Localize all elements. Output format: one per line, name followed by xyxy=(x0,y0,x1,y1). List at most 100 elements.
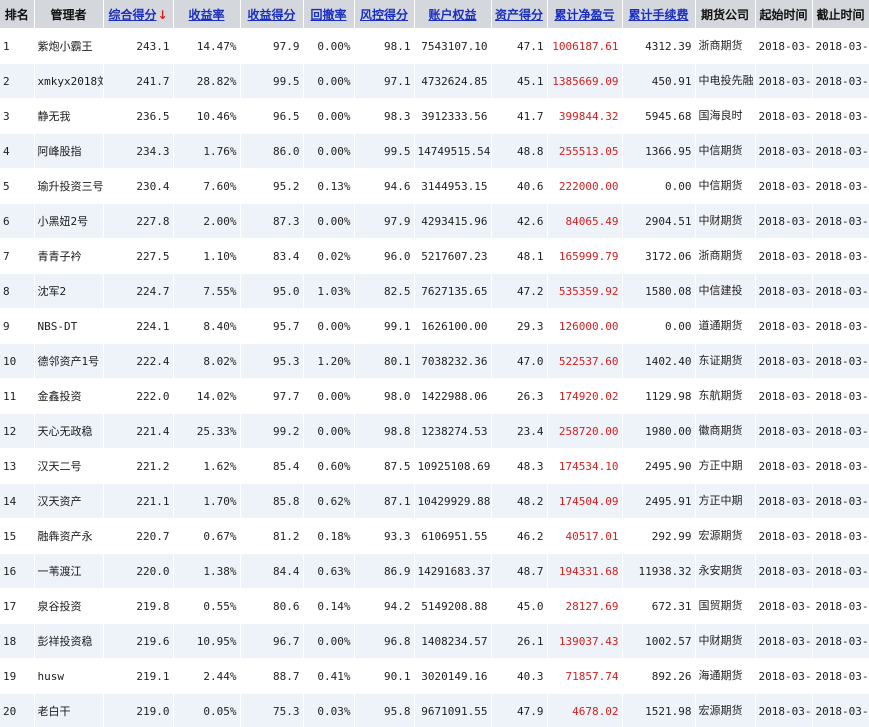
column-risk-score-label: 风控得分 xyxy=(359,7,408,22)
return-score-cell: 86.0 xyxy=(240,133,304,169)
column-equity[interactable]: 账户权益 xyxy=(414,0,492,29)
column-drawdown[interactable]: 回撤率 xyxy=(303,0,355,29)
rank-cell: 1 xyxy=(0,28,35,64)
total-score-cell: 224.1 xyxy=(103,308,174,344)
rank-cell: 19 xyxy=(0,658,35,694)
manager-name-cell: husw xyxy=(34,658,104,694)
equity-cell: 1626100.00 xyxy=(414,308,492,344)
drawdown-cell: 0.60% xyxy=(303,448,355,484)
manager-name-cell: 老白干 xyxy=(34,693,104,727)
column-fees[interactable]: 累计手续费 xyxy=(622,0,696,29)
total-score-cell: 230.4 xyxy=(103,168,174,204)
total-score-cell: 241.7 xyxy=(103,63,174,99)
risk-score-cell: 82.5 xyxy=(354,273,415,309)
equity-cell: 1408234.57 xyxy=(414,623,492,659)
column-return-score-label: 收益得分 xyxy=(247,7,296,22)
equity-cell: 10429929.88 xyxy=(414,483,492,519)
table-row: 2 xmkyx2018刘 241.7 28.82% 99.5 0.00% 97.1 47326… xyxy=(0,63,869,99)
rank-cell: 13 xyxy=(0,448,35,484)
drawdown-cell: 0.13% xyxy=(303,168,355,204)
rank-cell: 17 xyxy=(0,588,35,624)
asset-score-cell: 45.1 xyxy=(491,63,548,99)
net-pnl-cell: 535359.92 xyxy=(547,273,623,309)
risk-score-cell: 98.3 xyxy=(354,98,415,134)
rank-cell: 12 xyxy=(0,413,35,449)
column-risk-score[interactable]: 风控得分 xyxy=(354,0,415,29)
return-rate-cell: 1.76% xyxy=(173,133,241,169)
end-date-cell: 2018-03-07 xyxy=(812,273,869,309)
end-date-cell: 2018-03-07 xyxy=(812,623,869,659)
return-score-cell: 95.7 xyxy=(240,308,304,344)
total-score-cell: 221.4 xyxy=(103,413,174,449)
column-return-score[interactable]: 收益得分 xyxy=(240,0,304,29)
fees-cell: 3172.06 xyxy=(622,238,696,274)
column-manager-label: 管理者 xyxy=(50,7,87,22)
total-score-cell: 236.5 xyxy=(103,98,174,134)
column-start-label: 起始时间 xyxy=(759,7,808,22)
rank-cell: 9 xyxy=(0,308,35,344)
equity-cell: 5217607.23 xyxy=(414,238,492,274)
manager-name-cell: 泉谷投资 xyxy=(34,588,104,624)
asset-score-cell: 29.3 xyxy=(491,308,548,344)
risk-score-cell: 95.8 xyxy=(354,693,415,727)
column-total-score[interactable]: 综合得分↓ xyxy=(103,0,174,29)
company-cell: 东航期货 xyxy=(695,378,756,414)
rank-cell: 14 xyxy=(0,483,35,519)
table-row: 4 阿峰股指 234.3 1.76% 86.0 0.00% 99.5 14749515.54 4… xyxy=(0,133,869,169)
fees-cell: 2495.90 xyxy=(622,448,696,484)
fees-cell: 672.31 xyxy=(622,588,696,624)
table-row: 3 静无我 236.5 10.46% 96.5 0.00% 98.3 3912333.56 41… xyxy=(0,98,869,134)
return-rate-cell: 25.33% xyxy=(173,413,241,449)
start-date-cell: 2018-03-01 xyxy=(755,238,813,274)
net-pnl-cell: 174504.09 xyxy=(547,483,623,519)
rank-cell: 16 xyxy=(0,553,35,589)
column-net-pnl[interactable]: 累计净盈亏 xyxy=(547,0,623,29)
fees-cell: 11938.32 xyxy=(622,553,696,589)
start-date-cell: 2018-03-01 xyxy=(755,273,813,309)
column-return-rate[interactable]: 收益率 xyxy=(173,0,241,29)
return-rate-cell: 14.02% xyxy=(173,378,241,414)
equity-cell: 3912333.56 xyxy=(414,98,492,134)
table-row: 14 汉天资产 221.1 1.70% 85.8 0.62% 87.1 10429929.88… xyxy=(0,483,869,519)
net-pnl-cell: 222000.00 xyxy=(547,168,623,204)
return-score-cell: 96.7 xyxy=(240,623,304,659)
company-cell: 道通期货 xyxy=(695,308,756,344)
risk-score-cell: 99.1 xyxy=(354,308,415,344)
asset-score-cell: 47.0 xyxy=(491,343,548,379)
company-cell: 方正中期 xyxy=(695,483,756,519)
table-row: 16 一苇渡江 220.0 1.38% 84.4 0.63% 86.9 14291683.37… xyxy=(0,553,869,589)
drawdown-cell: 0.00% xyxy=(303,63,355,99)
total-score-cell: 243.1 xyxy=(103,28,174,64)
fees-cell: 5945.68 xyxy=(622,98,696,134)
fees-cell: 1980.00 xyxy=(622,413,696,449)
end-date-cell: 2018-03-07 xyxy=(812,98,869,134)
asset-score-cell: 47.9 xyxy=(491,693,548,727)
rank-cell: 8 xyxy=(0,273,35,309)
rank-cell: 11 xyxy=(0,378,35,414)
drawdown-cell: 0.02% xyxy=(303,238,355,274)
return-rate-cell: 0.67% xyxy=(173,518,241,554)
company-cell: 东证期货 xyxy=(695,343,756,379)
end-date-cell: 2018-03-07 xyxy=(812,203,869,239)
risk-score-cell: 96.8 xyxy=(354,623,415,659)
rank-cell: 20 xyxy=(0,693,35,727)
rank-cell: 7 xyxy=(0,238,35,274)
table-row: 5 瑜升投资三号 230.4 7.60% 95.2 0.13% 94.6 3144953.15… xyxy=(0,168,869,204)
equity-cell: 6106951.55 xyxy=(414,518,492,554)
ranking-table: 排名 管理者 综合得分↓ 收益率 收益得分 回撤率 风控得分 账户权益 资产得分 累计净盈亏 累计手… xyxy=(0,0,869,727)
net-pnl-cell: 28127.69 xyxy=(547,588,623,624)
equity-cell: 14291683.37 xyxy=(414,553,492,589)
asset-score-cell: 48.8 xyxy=(491,133,548,169)
return-score-cell: 97.7 xyxy=(240,378,304,414)
net-pnl-cell: 174920.02 xyxy=(547,378,623,414)
return-score-cell: 80.6 xyxy=(240,588,304,624)
header-row: 排名 管理者 综合得分↓ 收益率 收益得分 回撤率 风控得分 账户权益 资产得分 累计净盈亏 累计手… xyxy=(0,0,869,29)
company-cell: 永安期货 xyxy=(695,553,756,589)
fees-cell: 1129.98 xyxy=(622,378,696,414)
start-date-cell: 2018-03-01 xyxy=(755,28,813,64)
manager-name-cell: 静无我 xyxy=(34,98,104,134)
column-rank-label: 排名 xyxy=(4,7,29,22)
column-asset-score[interactable]: 资产得分 xyxy=(491,0,548,29)
company-cell: 浙商期货 xyxy=(695,238,756,274)
net-pnl-cell: 40517.01 xyxy=(547,518,623,554)
